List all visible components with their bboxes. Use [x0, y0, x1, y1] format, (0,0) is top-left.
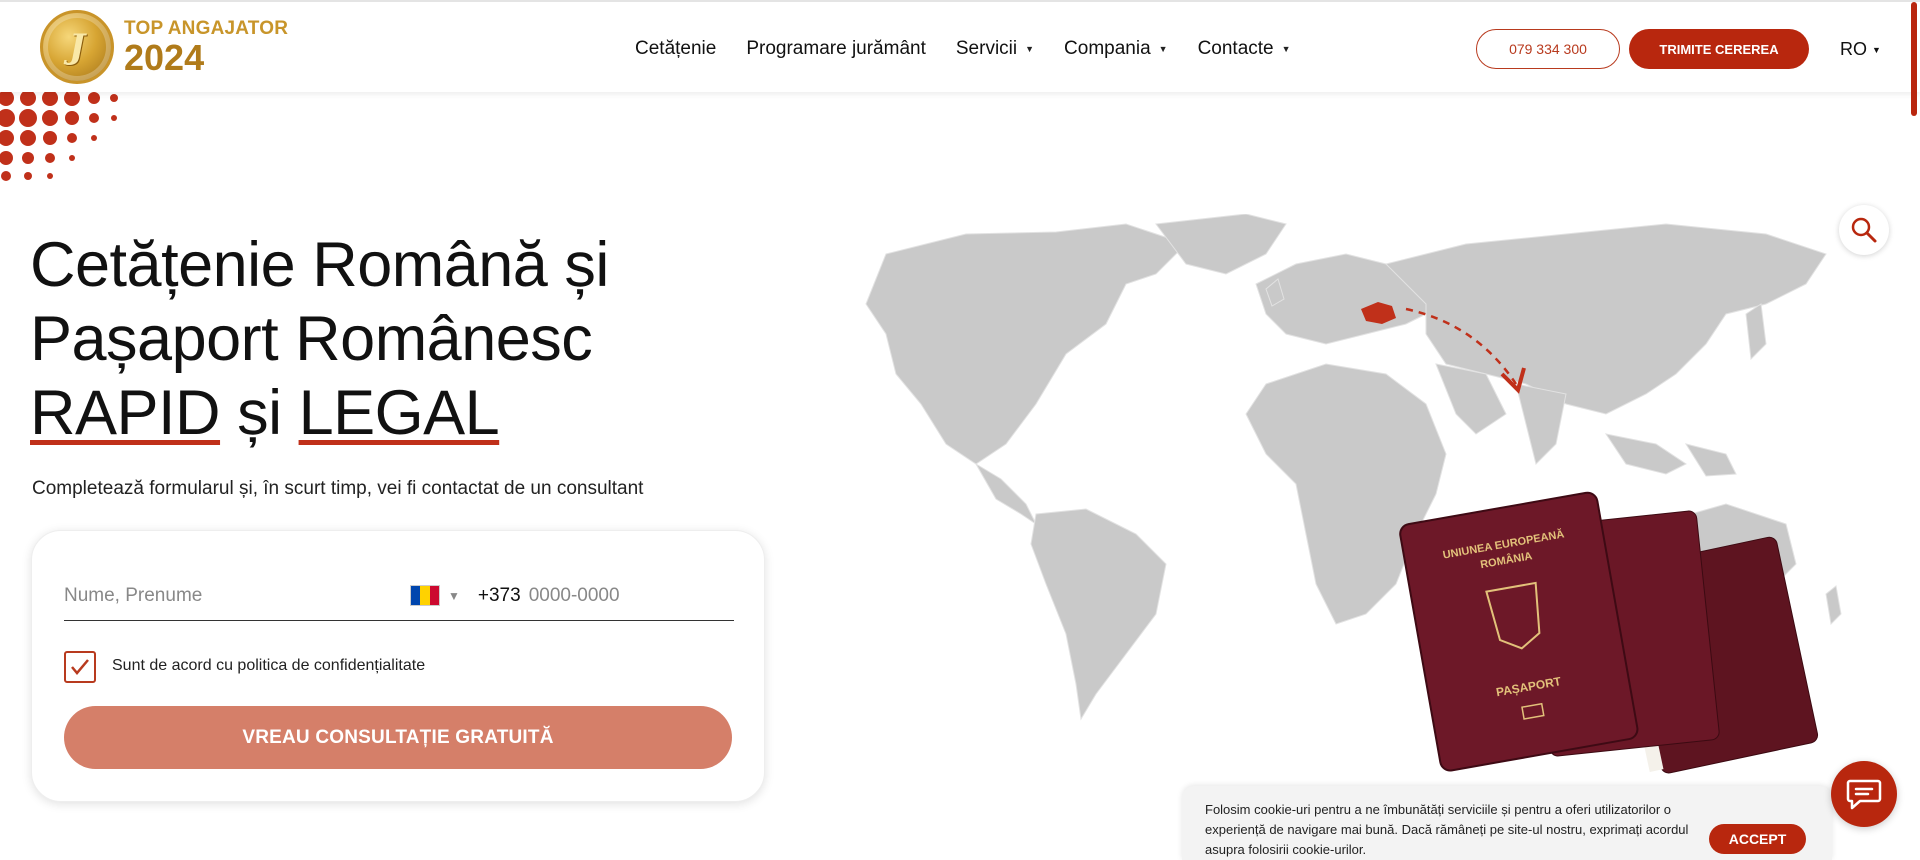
chat-icon: [1846, 779, 1882, 810]
hero-title: Cetățenie Română și Pașaport Românesc RA…: [30, 228, 609, 450]
consultation-form: ▼ +373 Sunt de acord cu politica de conf…: [31, 530, 765, 802]
name-input[interactable]: [64, 571, 418, 621]
medal-icon: J: [40, 10, 114, 84]
chat-button[interactable]: [1831, 761, 1897, 827]
main-nav: Cetățenie Programare jurământ Servicii ▼…: [635, 38, 1321, 60]
nav-item-servicii[interactable]: Servicii ▼: [956, 38, 1034, 60]
site-header: J TOP ANGAJATOR 2024 Cetățenie Programar…: [0, 0, 1920, 92]
cookie-banner: Folosim cookie-uri pentru a ne îmbunătăț…: [1182, 786, 1832, 860]
hero-subtitle: Completează formularul și, în scurt timp…: [32, 478, 644, 499]
hero-title-legal: LEGAL: [298, 378, 500, 448]
chevron-down-icon: ▼: [1158, 44, 1168, 54]
cookie-accept-button[interactable]: ACCEPT: [1709, 824, 1806, 854]
nav-item-cetatenie[interactable]: Cetățenie: [635, 38, 716, 60]
hero-title-line2: Pașaport Românesc: [30, 304, 593, 374]
search-button[interactable]: [1839, 205, 1889, 255]
nav-item-label: Contacte: [1197, 38, 1274, 59]
phone-field: ▼ +373: [410, 571, 734, 621]
consent-label: Sunt de acord cu politica de confidenția…: [112, 657, 426, 674]
dots-decoration: [0, 92, 118, 181]
nav-item-label: Compania: [1064, 38, 1151, 59]
moldova-flag-icon[interactable]: [410, 585, 440, 606]
top-employer-logo[interactable]: J TOP ANGAJATOR 2024: [40, 10, 288, 84]
language-label: RO: [1840, 39, 1867, 59]
page-scrollbar[interactable]: [1911, 2, 1917, 116]
passports-illustration: UNIUNEA EUROPEANĂ ROMÂNIA PAȘAPORT: [1399, 491, 1819, 774]
phone-prefix: +373: [477, 584, 521, 606]
nav-item-programare[interactable]: Programare jurământ: [746, 38, 926, 60]
nav-item-contacte[interactable]: Contacte ▼: [1198, 38, 1291, 60]
logo-text: TOP ANGAJATOR 2024: [124, 19, 288, 76]
logo-glyph: J: [68, 27, 86, 67]
nav-item-compania[interactable]: Compania ▼: [1064, 38, 1168, 60]
nav-item-label: Cetățenie: [635, 38, 717, 59]
chevron-down-icon[interactable]: ▼: [448, 589, 460, 603]
cookie-text: Folosim cookie-uri pentru a ne îmbunătăț…: [1205, 802, 1689, 857]
chevron-down-icon: ▼: [1025, 44, 1035, 54]
chevron-down-icon: ▼: [1281, 44, 1291, 54]
nav-item-label: Programare jurământ: [746, 38, 926, 59]
logo-badge-year: 2024: [124, 36, 205, 78]
nav-item-label: Servicii: [955, 38, 1018, 59]
chevron-down-icon: ▼: [1872, 44, 1881, 55]
hero-title-and: și: [237, 378, 282, 448]
phone-input[interactable]: [528, 584, 709, 607]
hero-title-rapid: RAPID: [30, 378, 221, 448]
send-request-button[interactable]: TRIMITE CEREREA: [1629, 29, 1809, 69]
search-icon: [1851, 217, 1877, 243]
hero-title-line1: Cetățenie Română și: [30, 230, 609, 300]
check-icon: [71, 659, 89, 675]
free-consultation-button[interactable]: VREAU CONSULTAȚIE GRATUITĂ: [64, 706, 732, 769]
language-selector[interactable]: RO ▼: [1840, 39, 1881, 60]
consent-checkbox[interactable]: [64, 651, 96, 683]
logo-badge-title: TOP ANGAJATOR: [124, 17, 289, 39]
phone-button[interactable]: 079 334 300: [1476, 29, 1620, 69]
